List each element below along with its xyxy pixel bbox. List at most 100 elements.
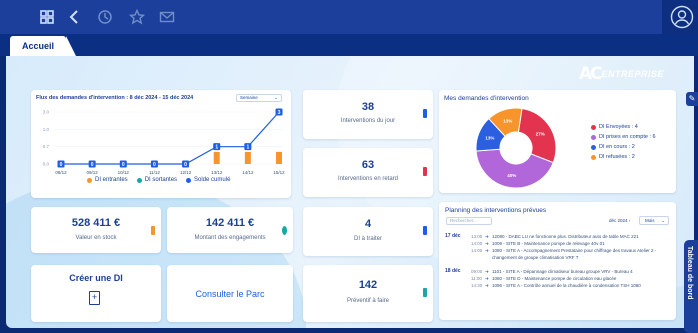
planning-item-text: 1080 - SITE A - Accompagnement Prestatai… xyxy=(492,248,657,260)
kpi-jour-label: Interventions du jour xyxy=(340,118,396,124)
kpi-interventions-jour[interactable]: 38 Interventions du jour xyxy=(303,90,433,139)
x-tick-label: 08/12 xyxy=(55,170,67,175)
kpi-valeur-stock[interactable]: 528 411 € Valeur en stock xyxy=(31,207,161,253)
legend-entrees-dot xyxy=(87,177,92,183)
create-di-button[interactable]: Créer une DI + xyxy=(31,265,161,322)
arrow-right-icon: ➜ xyxy=(485,234,489,239)
chevron-down-icon: ⌄ xyxy=(661,218,665,223)
tab-row: Accueil xyxy=(0,34,698,56)
edit-pencil-icon[interactable]: ✎ xyxy=(686,92,698,106)
kpi-engagements-value: 142 411 € xyxy=(205,217,255,229)
kpi-interventions-retard[interactable]: 63 Interventions en retard xyxy=(303,148,433,197)
planning-card: Planning des interventions prévues Reche… xyxy=(439,202,676,320)
flux-chart: 3.0 1.0 0.7 0.0 0 0 0 0 0 1 1 3 08/12 09/12 10/12 11/12… xyxy=(43,108,285,175)
data-label-solde: 1 xyxy=(246,144,249,150)
planning-item-time: 14:00 xyxy=(471,241,483,246)
logo-mark: AC xyxy=(578,64,603,84)
planning-period-value: Mois xyxy=(645,218,655,223)
mes-demandes-card: Mes demandes d'intervention 27% 40% 13% 13%… xyxy=(439,90,676,193)
add-document-icon: + xyxy=(89,291,100,305)
data-label-solde: 0 xyxy=(184,162,187,168)
planning-period-select[interactable]: Mois ⌄ xyxy=(639,216,669,225)
flux-title: Flux des demandes d'intervention : 8 déc… xyxy=(36,95,194,101)
kpi-jour-flag xyxy=(423,109,427,118)
star-icon[interactable] xyxy=(128,8,146,26)
planning-item[interactable]: 09:00 ➜ 1101 - SITE A - Dépannage climatis… xyxy=(471,268,671,275)
pie-legend-label: DI prises en compte : 6 xyxy=(599,134,656,140)
y-tick-label: 1.0 xyxy=(43,127,50,132)
company-logo: AC ENTREPRISE xyxy=(579,64,664,84)
x-tick-label: 10/12 xyxy=(118,170,130,175)
kpi-stock-label: Valeur en stock xyxy=(75,235,117,241)
x-tick-label: 09/12 xyxy=(87,170,99,175)
planning-item-text: 12080 - DABC LU ne fonctionne plus. Dist… xyxy=(492,234,639,239)
pie-legend-dot xyxy=(591,134,596,140)
planning-list: 17 déc 13:00 ➜ 12080 - DABC LU ne fonctionn… xyxy=(445,233,673,289)
history-icon[interactable] xyxy=(96,8,114,26)
planning-item-text: 1101 - SITE A - Dépannage climatiseur bu… xyxy=(492,269,633,274)
mes-demandes-legend: DI Envoyées : 4 DI prises en compte : 6 DI… xyxy=(591,122,656,162)
arrow-right-icon: ➜ xyxy=(485,269,489,274)
kpi-di-a-traiter[interactable]: 4 DI à traiter xyxy=(303,207,433,256)
arrow-right-icon: ➜ xyxy=(485,276,489,281)
kpi-traiter-label: DI à traiter xyxy=(353,236,382,242)
pie-legend-item: DI Envoyées : 4 xyxy=(591,122,656,132)
planning-day: 18 déc 09:00 ➜ 1101 - SITE A - Dépannage cl… xyxy=(445,268,673,289)
planning-item[interactable]: 14:30 ➜ 1096 - SITE A - Contrôle annuel de… xyxy=(471,282,671,289)
tab-accueil[interactable]: Accueil xyxy=(10,36,77,56)
planning-day: 17 déc 13:00 ➜ 12080 - DABC LU ne fonctionn… xyxy=(445,233,673,261)
kpi-retard-label: Interventions en retard xyxy=(337,176,399,182)
pie-legend-label: DI Envoyées : 4 xyxy=(599,124,638,130)
planning-item-text: 1096 - SITE A - Contrôle annuel de la ch… xyxy=(492,283,641,288)
kpi-preventif-value: 142 xyxy=(358,279,378,291)
period-select[interactable]: Semaine ⌄ xyxy=(236,94,282,102)
pie-slice-label: 40% xyxy=(507,173,516,178)
flux-card: Flux des demandes d'intervention : 8 déc… xyxy=(31,90,291,198)
planning-item-text: 1080 - SITE D - Maintenance pompe de cir… xyxy=(492,276,617,281)
consulter-parc-button[interactable]: Consulter le Parc xyxy=(167,265,293,322)
chevron-down-icon: ⌄ xyxy=(274,95,278,100)
flux-legend: DI entrantes DI sortantes Solde cumulé xyxy=(87,177,230,183)
kpi-traiter-flag xyxy=(423,226,427,235)
arrow-right-icon: ➜ xyxy=(485,241,489,246)
planning-item-time: 13:00 xyxy=(471,234,483,239)
kpi-stock-flag xyxy=(151,226,155,235)
chevron-right-icon[interactable]: › xyxy=(629,218,631,223)
legend-solde-label: Solde cumulé xyxy=(194,177,231,183)
kpi-montant-engagements[interactable]: 142 411 € Montant des engagements xyxy=(167,207,293,253)
data-label-solde: 0 xyxy=(153,162,156,168)
planning-item[interactable]: 14:00 ➜ 1009 - SITE B - Maintenance pompe … xyxy=(471,240,671,247)
kpi-engagements-label: Montant des engagements xyxy=(194,235,266,241)
data-label-solde: 3 xyxy=(278,110,281,116)
user-avatar-icon[interactable] xyxy=(670,5,694,29)
planning-item[interactable]: 14:00 ➜ 1080 - SITE A - Accompagnement Pre… xyxy=(471,247,671,261)
planning-item-time: 14:00 xyxy=(471,248,483,253)
data-label-solde: 1 xyxy=(215,144,218,150)
pie-legend-item: DI prises en compte : 6 xyxy=(591,132,656,142)
pie-legend-dot xyxy=(591,124,596,130)
planning-title: Planning des interventions prévues xyxy=(445,207,547,214)
planning-item[interactable]: 13:00 ➜ 12080 - DABC LU ne fonctionne plus… xyxy=(471,233,671,240)
mail-icon[interactable] xyxy=(158,8,176,26)
dashboard: AC ENTREPRISE Flux des demandes d'interv… xyxy=(6,56,694,328)
bar-entrees xyxy=(276,151,282,164)
kpi-jour-value: 38 xyxy=(361,101,375,113)
back-arrow-icon[interactable] xyxy=(66,8,84,26)
kpi-preventif-a-faire[interactable]: 142 Préventif à faire xyxy=(303,265,433,322)
planning-date-nav[interactable]: déc 2024 › xyxy=(609,217,630,225)
mes-demandes-title: Mes demandes d'intervention xyxy=(444,95,529,102)
y-tick-label: 0.0 xyxy=(43,162,50,167)
pie-slice-label: 13% xyxy=(503,119,512,124)
x-tick-label: 12/12 xyxy=(180,170,192,175)
pie-legend-label: DI refusées : 2 xyxy=(599,154,635,160)
legend-sorties: DI sortantes xyxy=(136,177,177,183)
planning-day-items: 13:00 ➜ 12080 - DABC LU ne fonctionne plus… xyxy=(471,233,671,261)
x-tick-label: 15/12 xyxy=(273,170,285,175)
x-tick-label: 13/12 xyxy=(211,170,223,175)
side-tab-tableau-de-bord[interactable]: Tableau de bord xyxy=(684,240,698,333)
planning-item[interactable]: 11:00 ➜ 1080 - SITE D - Maintenance pompe … xyxy=(471,275,671,282)
planning-search-input[interactable]: Rechercher... xyxy=(446,217,492,225)
planning-item-time: 14:30 xyxy=(471,283,483,288)
x-tick-label: 11/12 xyxy=(149,170,160,175)
grid-icon[interactable] xyxy=(38,8,56,26)
